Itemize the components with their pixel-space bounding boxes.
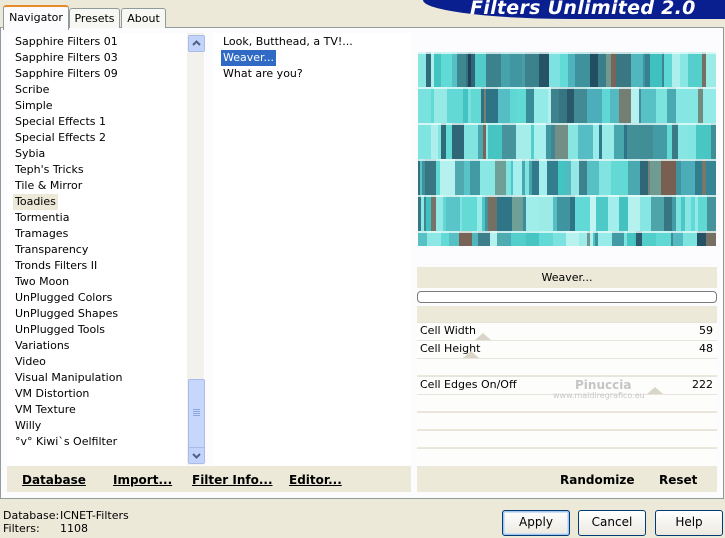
chevron-down-icon [192,453,201,459]
category-item[interactable]: Sapphire Filters 03 [15,50,118,66]
import-button[interactable]: Import... [113,473,172,487]
cancel-button[interactable]: Cancel [578,510,646,536]
category-item[interactable]: Two Moon [15,274,69,290]
category-item[interactable]: Visual Manipulation [15,370,122,386]
status-database-label: Database: [3,509,60,522]
category-item[interactable]: UnPlugged Tools [15,322,105,338]
scroll-thumb[interactable] [188,379,205,450]
category-item[interactable]: Variations [15,338,70,354]
logo-text: Filters Unlimited 2.0 [470,0,696,19]
category-item[interactable]: Tile & Mirror [15,178,82,194]
param-label: Cell Width [420,324,477,337]
apply-button[interactable]: Apply [502,510,570,536]
filter-info-button[interactable]: Filter Info... [192,473,273,487]
status-filters: Filters: 1108 [3,522,88,535]
param-row-empty [417,430,717,447]
category-item[interactable]: Special Effects 1 [15,114,106,130]
category-item[interactable]: VM Distortion [15,386,89,402]
watermark-url: www.maldiregrafico.eu [553,391,645,400]
category-item[interactable]: Tormentia [15,210,69,226]
param-row-empty [417,358,717,375]
category-item[interactable]: Toadies [13,194,58,210]
tab-about[interactable]: About [121,8,166,28]
category-item[interactable]: UnPlugged Shapes [15,306,118,322]
param-value: 59 [699,324,713,337]
category-item[interactable]: Simple [15,98,53,114]
filter-list[interactable]: Look, Butthead, a TV!... Weaver... What ar… [213,33,411,465]
category-item[interactable]: Scribe [15,82,49,98]
param-row-empty [417,448,717,465]
param-value: 222 [692,378,713,391]
category-item[interactable]: Transparency [15,242,88,258]
status-filters-value: 1108 [60,522,88,535]
filter-item[interactable]: What are you? [223,66,303,82]
randomize-button[interactable]: Randomize [560,473,634,487]
category-item[interactable]: Teph's Tricks [15,162,84,178]
param-row-cell-width[interactable]: Cell Width 59 [417,322,717,340]
category-item[interactable]: °v° Kiwi`s Oelfilter [15,434,117,450]
category-item[interactable]: Sapphire Filters 09 [15,66,118,82]
help-button[interactable]: Help [655,510,723,536]
watermark-text: Pinuccia [575,378,632,392]
category-item[interactable]: Video [15,354,46,370]
scroll-down-button[interactable] [188,447,205,464]
slider-handle[interactable] [475,333,491,340]
slider-handle[interactable] [463,351,479,358]
editor-button[interactable]: Editor... [289,473,342,487]
status-database: Database: ICNET-Filters [3,509,129,522]
right-toolbar: Randomize Reset [417,466,717,492]
category-item[interactable]: Sybia [15,146,45,162]
category-item[interactable]: Sapphire Filters 01 [15,34,118,50]
progress-bar [417,291,717,303]
category-item[interactable]: Willy [15,418,41,434]
tab-presets[interactable]: Presets [69,8,120,28]
category-item[interactable]: UnPlugged Colors [15,290,112,306]
tab-navigator[interactable]: Navigator [3,5,69,30]
status-database-value: ICNET-Filters [60,509,129,522]
reset-button[interactable]: Reset [659,473,697,487]
category-item[interactable]: Tramages [15,226,68,242]
param-label: Cell Edges On/Off [420,378,517,391]
param-row-cell-height[interactable]: Cell Height 48 [417,340,717,358]
filter-item[interactable]: Weaver... [221,50,277,66]
slider-handle[interactable] [647,387,663,394]
category-list[interactable]: Sapphire Filters 01 Sapphire Filters 03 Sa… [7,33,205,465]
category-item[interactable]: Special Effects 2 [15,130,106,146]
database-button[interactable]: Database [22,473,86,487]
preview-image [418,52,716,246]
param-row-empty [417,412,717,429]
param-value: 48 [699,342,713,355]
current-filter-name: Weaver... [417,267,717,288]
filter-item[interactable]: Look, Butthead, a TV!... [223,34,353,50]
category-item[interactable]: Tronds Filters II [15,258,97,274]
scroll-up-button[interactable] [188,35,205,52]
category-item[interactable]: VM Texture [15,402,76,418]
category-scrollbar[interactable] [187,33,205,465]
chevron-up-icon [192,40,201,46]
left-toolbar: Database Import... Filter Info... Editor… [7,466,411,492]
status-filters-label: Filters: [3,522,40,535]
